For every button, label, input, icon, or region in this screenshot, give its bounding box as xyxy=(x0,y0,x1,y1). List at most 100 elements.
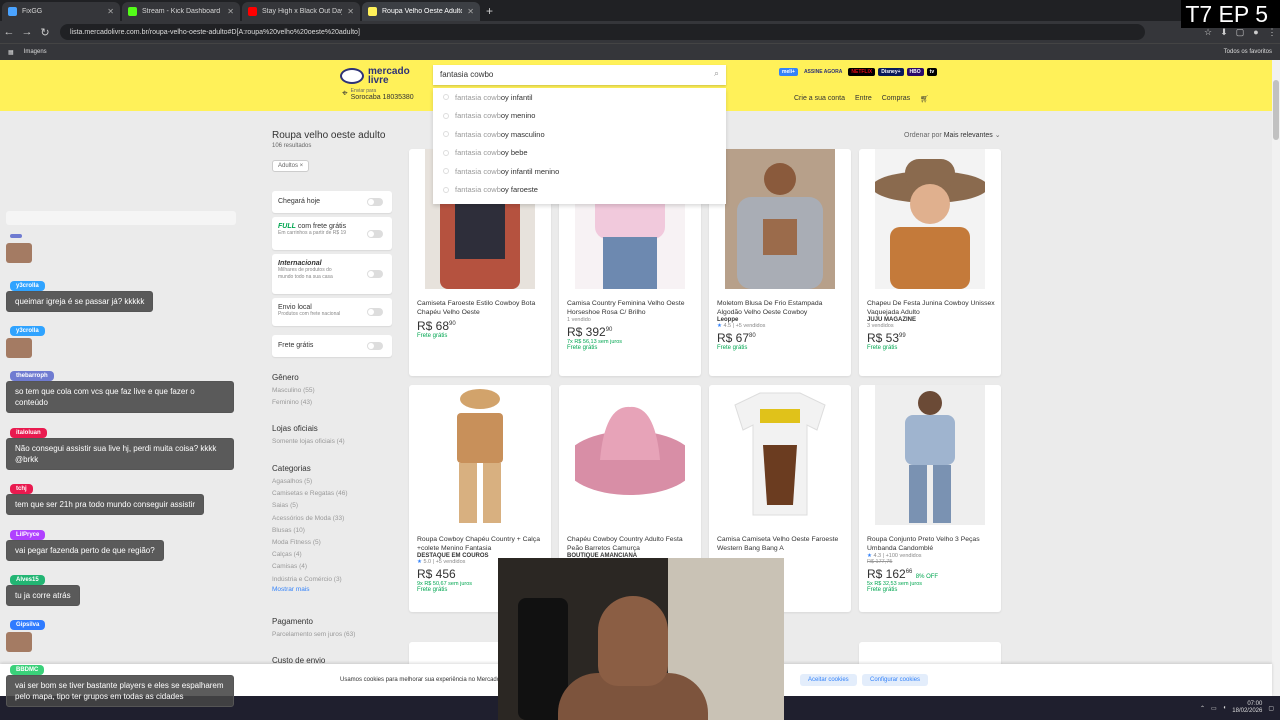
sort-dropdown[interactable]: Ordenar por Mais relevantes ⌄ xyxy=(904,131,1001,139)
filter-option[interactable]: Parcelamento sem juros (63) xyxy=(272,629,355,641)
star-icon[interactable]: ☆ xyxy=(1200,27,1216,38)
product-image[interactable] xyxy=(575,385,685,525)
product-title[interactable]: Chapéu Cowboy Country Adulto Festa Peão … xyxy=(567,535,695,553)
scrollbar-thumb[interactable] xyxy=(1273,80,1279,140)
page-scrollbar[interactable] xyxy=(1272,60,1280,696)
filter-chip-adults[interactable]: Adultos × xyxy=(272,160,310,172)
configure-cookies-button[interactable]: Configurar cookies xyxy=(862,674,929,686)
tab-1[interactable]: Stream - Kick Dashboard ✕ xyxy=(122,2,240,21)
filter-option[interactable]: Moda Fitness (5) xyxy=(272,537,348,549)
results-title: Roupa velho oeste adulto xyxy=(272,130,386,141)
streaming-promo[interactable]: meli+ ASSINE AGORA NETFLIX Disney+ HBO tv xyxy=(779,68,938,76)
tab-3[interactable]: Roupa Velho Oeste Adulto | Me ✕ xyxy=(362,2,480,21)
apps-icon[interactable]: ▦ xyxy=(8,49,14,56)
sort-label: Ordenar por xyxy=(904,132,942,139)
product-old-price: R$ 177,75 xyxy=(867,559,893,565)
toggle-arrive-today[interactable] xyxy=(367,198,383,206)
filter-option[interactable]: Camisas (4) xyxy=(272,561,348,573)
product-image[interactable] xyxy=(725,149,835,289)
bookmark-images[interactable]: Imagens xyxy=(24,49,47,55)
cart-icon[interactable]: 🛒︎ xyxy=(920,95,929,103)
toggle-international[interactable] xyxy=(367,270,383,278)
product-title[interactable]: Camisa Country Feminina Velho Oeste Hors… xyxy=(567,299,695,317)
product-title[interactable]: Moletom Blusa De Frio Estampada Algodão … xyxy=(717,299,845,317)
product-price: R$ 6890 xyxy=(417,319,545,333)
suggestion-item[interactable]: fantasia cowb oy infantil xyxy=(433,88,726,107)
product-image[interactable] xyxy=(425,385,535,525)
network-icon[interactable]: ▭ xyxy=(1211,705,1217,712)
filter-option[interactable]: Masculino (55) xyxy=(272,385,315,397)
accept-cookies-button[interactable]: Aceitar cookies xyxy=(800,674,857,686)
toggle-local[interactable] xyxy=(367,308,383,316)
chat-username: BBDMC xyxy=(10,665,45,675)
filter-option[interactable]: Calças (4) xyxy=(272,549,348,561)
filter-international[interactable]: Internacional Milhares de produtos do mu… xyxy=(272,254,392,294)
purchases-link[interactable]: Compras xyxy=(882,95,910,103)
product-card[interactable]: Moletom Blusa De Frio Estampada Algodão … xyxy=(709,149,851,376)
search-icon[interactable]: ⌕ xyxy=(714,68,719,79)
close-icon[interactable]: ✕ xyxy=(467,7,474,16)
intl-title: Internacional xyxy=(278,260,322,267)
filter-option[interactable]: Acessórios de Moda (33) xyxy=(272,513,348,525)
suggestion-item[interactable]: fantasia cowb oy bebe xyxy=(433,144,726,163)
product-title[interactable]: Roupa Cowboy Chapéu Country + Calça +col… xyxy=(417,535,545,553)
close-icon[interactable]: ✕ xyxy=(227,7,234,16)
filter-local[interactable]: Envio local Produtos com frete nacional xyxy=(272,298,392,326)
filter-full[interactable]: FULL com frete grátis Em carrinhos a par… xyxy=(272,217,392,250)
tab-0[interactable]: FixGG ✕ xyxy=(2,2,120,21)
close-icon[interactable]: ✕ xyxy=(107,7,114,16)
filter-option[interactable]: Agasalhos (5) xyxy=(272,476,348,488)
forward-icon[interactable]: → xyxy=(18,26,36,38)
chat-message: Gipsilva xyxy=(6,617,46,652)
suggestion-item[interactable]: fantasia cowb oy masculino xyxy=(433,125,726,144)
filter-option[interactable]: Saias (5) xyxy=(272,500,348,512)
profile-icon[interactable]: ● xyxy=(1248,27,1264,37)
clock[interactable]: 07:00 18/02/2026 xyxy=(1232,701,1262,715)
product-card[interactable]: Chapeu De Festa Junina Cowboy Unissex Va… xyxy=(859,149,1001,376)
mercadolivre-logo[interactable]: mercado livre xyxy=(340,67,410,86)
product-info: Camisa Camiseta Velho Oeste Faroeste Wes… xyxy=(717,535,845,553)
show-more-link[interactable]: Mostrar mais xyxy=(272,586,348,593)
close-icon[interactable]: ✕ xyxy=(347,7,354,16)
tab-2[interactable]: Stay High x Black Out Days ✕ xyxy=(242,2,360,21)
product-image[interactable] xyxy=(875,385,985,525)
filter-arrive-today[interactable]: Chegará hoje xyxy=(272,191,392,213)
suggestion-item[interactable]: fantasia cowb oy infantil menino xyxy=(433,162,726,181)
search-input[interactable]: fantasia cowbo ⌕ xyxy=(433,65,726,85)
product-image[interactable] xyxy=(875,149,985,289)
login-link[interactable]: Entre xyxy=(855,95,872,103)
product-title[interactable]: Roupa Conjunto Preto Velho 3 Peças Umban… xyxy=(867,535,995,553)
suggestion-item[interactable]: fantasia cowb oy faroeste xyxy=(433,181,726,200)
filter-option[interactable]: Feminino (43) xyxy=(272,397,315,409)
product-title[interactable]: Camisa Camiseta Velho Oeste Faroeste Wes… xyxy=(717,535,845,553)
product-image[interactable] xyxy=(725,385,835,525)
toggle-full[interactable] xyxy=(367,229,383,238)
filter-option[interactable]: Indústria e Comércio (3) xyxy=(272,574,348,586)
volume-icon[interactable]: ◖ xyxy=(1223,705,1227,711)
suggestion-item[interactable]: fantasia cowb oy menino xyxy=(433,107,726,126)
url-input[interactable]: lista.mercadolivre.com.br/roupa-velho-oe… xyxy=(60,24,1145,40)
chat-message: italoluan Não consegui assistir sua live … xyxy=(6,425,234,470)
new-tab-button[interactable]: + xyxy=(486,4,493,18)
shipping-location[interactable]: ⌖ Enviar para Sorocaba 18035380 xyxy=(342,88,414,101)
download-icon[interactable]: ⬇ xyxy=(1216,27,1232,38)
filter-option[interactable]: Blusas (10) xyxy=(272,525,348,537)
tray-chevron-icon[interactable]: ⌃ xyxy=(1200,705,1205,712)
back-icon[interactable]: ← xyxy=(0,26,18,38)
filter-option[interactable]: Camisetas e Regatas (46) xyxy=(272,488,348,500)
filter-free-ship[interactable]: Frete grátis xyxy=(272,335,392,357)
product-title[interactable]: Camiseta Faroeste Estilo Cowboy Bota Cha… xyxy=(417,299,545,317)
suggestion-suffix: oy infantil menino xyxy=(500,166,560,176)
product-title[interactable]: Chapeu De Festa Junina Cowboy Unissex Va… xyxy=(867,299,995,317)
suggestion-prefix: fantasia cowb xyxy=(455,148,501,158)
reload-icon[interactable]: ↻ xyxy=(36,26,54,39)
product-card[interactable]: Roupa Conjunto Preto Velho 3 Peças Umban… xyxy=(859,385,1001,612)
notification-icon[interactable]: ▢ xyxy=(1268,705,1274,712)
toggle-free-ship[interactable] xyxy=(367,342,383,350)
extensions-icon[interactable]: ▢ xyxy=(1232,27,1248,38)
menu-icon[interactable]: ⋮ xyxy=(1264,27,1280,38)
filter-option[interactable]: Somente lojas oficiais (4) xyxy=(272,436,345,448)
create-account-link[interactable]: Crie a sua conta xyxy=(794,95,845,103)
bookmark-all[interactable]: Todos os favoritos xyxy=(1224,49,1272,55)
chat-username: y3crolla xyxy=(10,281,45,291)
